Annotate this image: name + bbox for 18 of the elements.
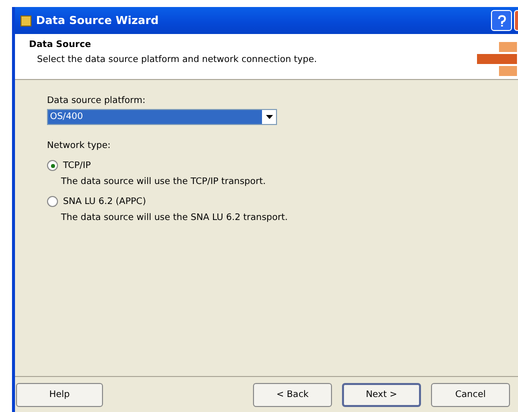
- wizard-button[interactable]: Next >: [342, 383, 421, 407]
- option-description: The data source will use the TCP/IP transport.: [61, 177, 267, 187]
- option-description: The data source will use the SNA LU 6.2 transport.: [61, 213, 288, 223]
- radio-button[interactable]: [47, 196, 58, 207]
- wizard-button[interactable]: < Back: [253, 383, 332, 407]
- platform-dropdown[interactable]: OS/400: [47, 109, 277, 125]
- blocks-icon: [477, 42, 517, 78]
- page-title: Data Source: [29, 40, 92, 50]
- network-type-label: Network type:: [47, 141, 111, 151]
- window-title: Data Source Wizard: [36, 14, 160, 27]
- radio-button[interactable]: [47, 160, 58, 171]
- platform-label: Data source platform:: [47, 96, 146, 106]
- wizard-button[interactable]: Help: [16, 383, 103, 407]
- radio-label[interactable]: SNA LU 6.2 (APPC): [63, 196, 146, 206]
- wizard-button[interactable]: Cancel: [431, 383, 510, 407]
- help-icon[interactable]: [491, 10, 512, 31]
- page-subtitle: Select the data source platform and network connection type.: [37, 55, 317, 65]
- radio-label[interactable]: TCP/IP: [63, 160, 91, 170]
